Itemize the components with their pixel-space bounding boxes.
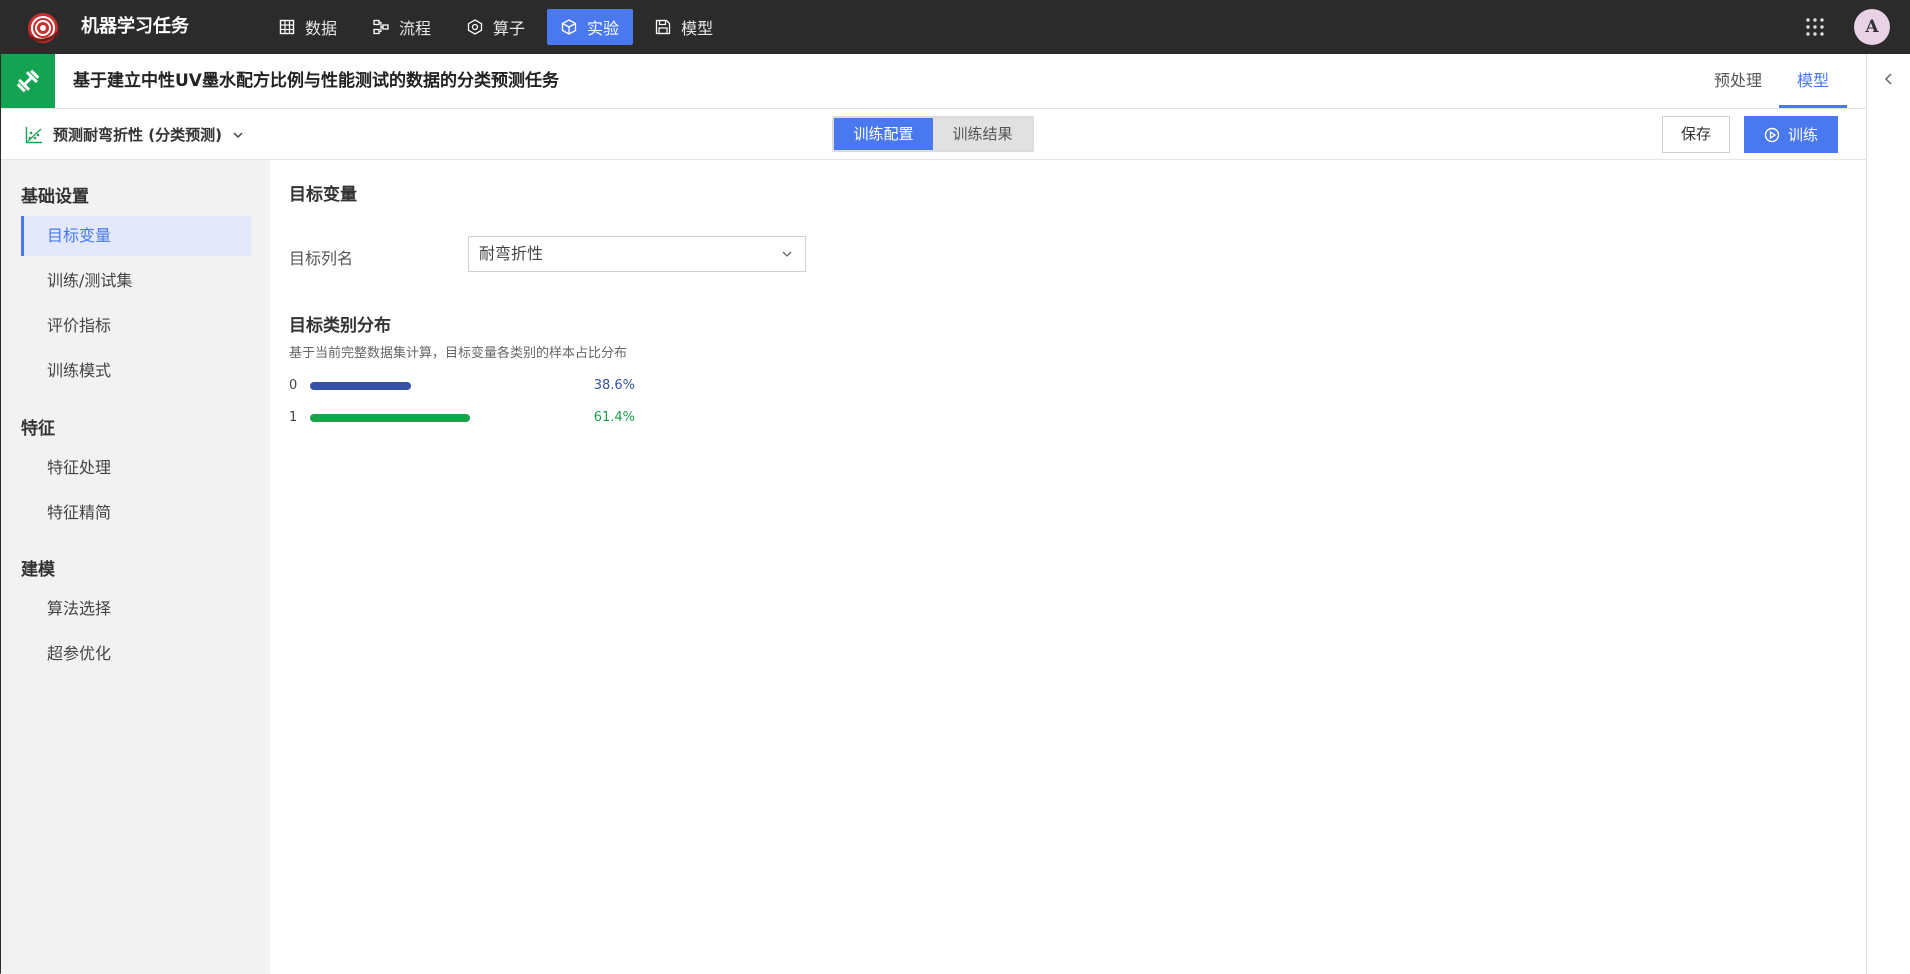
nav-item-label: 流程 [399, 19, 432, 38]
train-button-label: 训练 [1787, 126, 1818, 144]
train-button[interactable]: 训练 [1744, 116, 1838, 153]
app-logo-icon[interactable] [25, 10, 61, 46]
right-rail [1866, 54, 1910, 974]
distribution-percent: 38.6% [593, 378, 635, 393]
nav-item-label: 算子 [493, 19, 526, 38]
distribution-category: 1 [289, 410, 298, 425]
main-content: 目标变量 目标列名 耐弯折性 目标类别分布 基于当前完整数据集计算，目标变量各类… [270, 160, 1866, 974]
sidebar-item-hyperparameter[interactable]: 超参优化 [21, 634, 251, 674]
task-type-badge [1, 54, 55, 108]
distribution-description: 基于当前完整数据集计算，目标变量各类别的样本占比分布 [289, 346, 628, 361]
sidebar-item-train-test-split[interactable]: 训练/测试集 [21, 261, 251, 301]
dumbbell-icon [16, 69, 40, 93]
task-title: 基于建立中性UV墨水配方比例与性能测试的数据的分类预测任务 [73, 71, 559, 91]
experiment-toolbar: 预测耐弯折性 (分类预测) 训练配置 训练结果 保存 训练 [1, 109, 1866, 160]
chevron-down-icon [233, 131, 243, 138]
user-avatar[interactable]: A [1854, 9, 1890, 45]
save-icon [655, 19, 671, 35]
distribution-row: 0 38.6% [289, 376, 669, 396]
cube-icon [561, 19, 577, 35]
distribution-category: 0 [289, 378, 298, 393]
tab-training-result[interactable]: 训练结果 [933, 118, 1032, 150]
sidebar-item-feature-processing[interactable]: 特征处理 [21, 448, 251, 488]
sidebar-item-target-variable[interactable]: 目标变量 [21, 216, 251, 256]
tab-training-config[interactable]: 训练配置 [834, 118, 933, 150]
nav-item-model[interactable]: 模型 [641, 9, 727, 45]
target-column-label: 目标列名 [289, 249, 354, 268]
model-selector-label: 预测耐弯折性 (分类预测) [53, 126, 222, 144]
distribution-title: 目标类别分布 [289, 316, 391, 336]
target-column-value: 耐弯折性 [479, 244, 544, 263]
play-circle-icon [1764, 127, 1780, 142]
chevron-left-icon[interactable] [1882, 72, 1896, 86]
config-sidebar: 基础设置 目标变量 训练/测试集 评价指标 训练模式 特征 特征处理 特征精简 … [1, 160, 270, 974]
nav-item-label: 实验 [587, 19, 620, 38]
sidebar-item-metrics[interactable]: 评价指标 [21, 306, 251, 346]
nav-item-operator[interactable]: 算子 [453, 9, 539, 45]
view-switch: 训练配置 训练结果 [832, 116, 1034, 152]
model-selector[interactable]: 预测耐弯折性 (分类预测) [25, 109, 244, 160]
distribution-bar-track [310, 414, 550, 422]
section-title: 目标变量 [289, 185, 357, 205]
sidebar-group-modeling: 建模 [21, 560, 55, 580]
distribution-percent: 61.4% [593, 410, 635, 425]
nav-item-flow[interactable]: 流程 [359, 9, 445, 45]
operator-icon [467, 19, 483, 35]
nav-item-label: 模型 [681, 19, 714, 38]
sidebar-item-feature-selection[interactable]: 特征精简 [21, 493, 251, 533]
sidebar-item-training-mode[interactable]: 训练模式 [21, 351, 251, 391]
sidebar-item-algorithm[interactable]: 算法选择 [21, 589, 251, 629]
tab-model[interactable]: 模型 [1779, 54, 1847, 108]
sidebar-group-features: 特征 [21, 419, 55, 439]
distribution-bar [310, 382, 411, 390]
app-title: 机器学习任务 [81, 16, 189, 37]
sidebar-group-basic: 基础设置 [21, 187, 89, 207]
distribution-bar [310, 414, 470, 422]
target-column-select[interactable]: 耐弯折性 [468, 236, 806, 272]
save-button[interactable]: 保存 [1662, 116, 1730, 153]
nav-item-experiment[interactable]: 实验 [547, 9, 634, 45]
flow-icon [373, 19, 389, 35]
distribution-bar-track [310, 382, 550, 390]
chevron-down-icon [782, 251, 792, 257]
nav-item-label: 数据 [305, 19, 338, 38]
nav-item-data[interactable]: 数据 [265, 9, 351, 45]
scatter-chart-icon [25, 126, 42, 143]
top-navbar: 机器学习任务 数据 流程 算子 实验 模型 A [1, 0, 1910, 54]
distribution-row: 1 61.4% [289, 408, 669, 428]
tab-preprocess[interactable]: 预处理 [1714, 54, 1762, 108]
main-nav: 数据 流程 算子 实验 模型 [265, 9, 735, 45]
task-header: 基于建立中性UV墨水配方比例与性能测试的数据的分类预测任务 预处理 模型 [1, 54, 1866, 109]
table-icon [279, 19, 295, 35]
app-window: 机器学习任务 数据 流程 算子 实验 模型 A 基于建立中性UV墨水配方比例与性… [0, 0, 1910, 974]
apps-grid-icon[interactable] [1805, 17, 1825, 37]
